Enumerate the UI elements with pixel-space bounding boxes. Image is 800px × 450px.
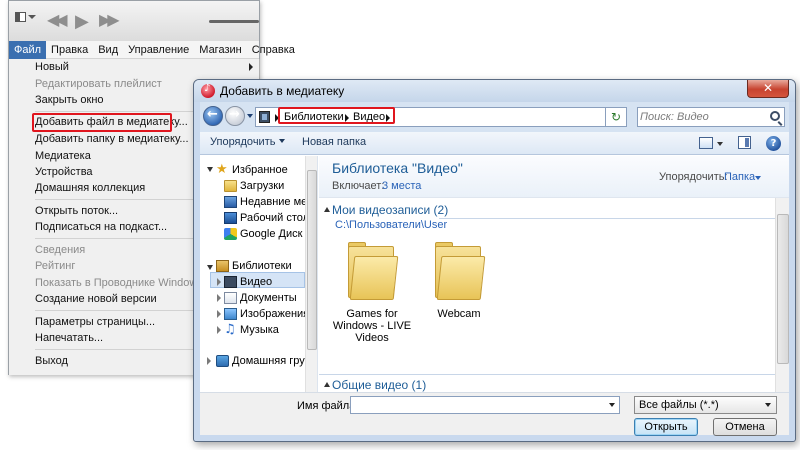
video-icon <box>224 276 237 288</box>
group-divider <box>439 218 775 219</box>
library-title: Библиотека "Видео" <box>332 160 463 176</box>
expand-video-icon[interactable] <box>217 278 221 286</box>
highlight-annotation-add-file <box>32 113 172 132</box>
recent-places-icon <box>224 196 237 208</box>
arrange-by-label: Упорядочить: <box>659 171 728 183</box>
open-button[interactable]: Открыть <box>634 418 698 436</box>
arrange-by-dropdown[interactable]: Папка <box>724 171 755 183</box>
nav-scrollbar-thumb[interactable] <box>307 170 317 350</box>
previous-track-icon[interactable]: ◀◀ <box>47 13 68 29</box>
dialog-footer: Имя файла: Все файлы (*.*) Открыть Отмен… <box>200 392 789 436</box>
nav-desktop[interactable]: Рабочий стол <box>240 210 309 226</box>
itunes-logo-icon <box>201 83 215 98</box>
includes-locations-link[interactable]: 3 места <box>382 180 421 192</box>
dialog-body: Библиотеки Видео ↻ Упорядочить Новая пап… <box>200 102 789 436</box>
menu-help[interactable]: Справка <box>247 41 300 59</box>
documents-icon <box>224 292 237 304</box>
toolbar: Упорядочить Новая папка ? <box>200 132 789 155</box>
dialog-title: Добавить в медиатеку <box>220 84 345 98</box>
refresh-icon[interactable]: ↻ <box>605 107 627 127</box>
chevron-down-icon <box>279 139 286 143</box>
expand-homegroup-icon[interactable] <box>207 357 211 365</box>
submenu-arrow-icon <box>249 63 253 71</box>
chevron-down-icon[interactable] <box>755 176 761 180</box>
help-icon[interactable]: ? <box>766 136 781 151</box>
folder-icon[interactable] <box>433 242 486 302</box>
folder-icon[interactable] <box>346 242 399 302</box>
collapse-group-icon[interactable] <box>324 207 330 212</box>
nav-documents[interactable]: Документы <box>240 290 297 306</box>
menu-item-new[interactable]: Новый <box>9 59 259 75</box>
music-icon: ♫ <box>224 322 236 337</box>
view-options-caret-icon[interactable] <box>717 142 723 146</box>
recent-locations-caret-icon[interactable] <box>247 114 253 118</box>
navigation-pane: ★ Избранное Загрузки Недавние места Рабо… <box>200 156 318 392</box>
nav-music[interactable]: Музыка <box>240 322 279 338</box>
images-icon <box>224 308 237 320</box>
itunes-app-menu-icon[interactable] <box>15 11 37 25</box>
dialog-titlebar: Добавить в медиатеку ✕ <box>194 80 795 102</box>
group-header-public-videos[interactable]: Общие видео (1) <box>332 378 426 392</box>
nav-images[interactable]: Изображения <box>240 306 309 322</box>
folder-webcam[interactable]: Webcam <box>414 308 504 320</box>
video-library-icon <box>259 111 270 123</box>
chevron-down-icon <box>765 403 771 407</box>
menu-controls[interactable]: Управление <box>123 41 194 59</box>
file-list-pane: Библиотека "Видео" Включает: 3 места Упо… <box>319 156 789 392</box>
collapse-favorites-icon[interactable] <box>207 167 213 172</box>
nav-scrollbar[interactable] <box>305 156 317 392</box>
filename-input[interactable] <box>354 398 599 412</box>
nav-video[interactable]: Видео <box>240 274 272 290</box>
highlight-annotation-breadcrumb <box>278 107 395 124</box>
expand-documents-icon[interactable] <box>217 294 221 302</box>
star-icon: ★ <box>216 162 228 177</box>
close-button[interactable]: ✕ <box>747 80 789 98</box>
file-type-value: Все файлы (*.*) <box>639 399 719 411</box>
new-folder-button[interactable]: Новая папка <box>302 136 366 148</box>
organize-button[interactable]: Упорядочить <box>210 136 286 148</box>
group-divider <box>319 374 775 375</box>
volume-slider[interactable] <box>209 20 259 23</box>
downloads-folder-icon <box>224 180 237 192</box>
filename-combobox[interactable] <box>350 396 620 414</box>
collapse-libraries-icon[interactable] <box>207 265 213 270</box>
file-list-scrollbar-thumb[interactable] <box>777 214 789 364</box>
nav-downloads[interactable]: Загрузки <box>240 178 284 194</box>
expand-music-icon[interactable] <box>217 326 221 334</box>
libraries-icon <box>216 260 229 272</box>
menu-file[interactable]: Файл <box>9 40 47 59</box>
nav-favorites[interactable]: Избранное <box>232 162 288 178</box>
google-drive-icon <box>224 228 237 240</box>
forward-arrow-icon[interactable] <box>225 106 245 126</box>
expand-images-icon[interactable] <box>217 310 221 318</box>
back-arrow-icon[interactable] <box>203 106 223 126</box>
homegroup-icon <box>216 355 229 367</box>
nav-google-drive[interactable]: Google Диск <box>240 226 302 242</box>
file-list-scrollbar[interactable] <box>775 198 789 392</box>
menu-store[interactable]: Магазин <box>194 41 246 59</box>
group-header-my-videos[interactable]: Мои видеозаписи (2) <box>332 203 448 217</box>
add-to-library-dialog: Добавить в медиатеку ✕ Библиотеки Видео … <box>193 79 796 442</box>
search-icon[interactable] <box>770 111 780 121</box>
preview-pane-icon[interactable] <box>738 136 751 149</box>
play-icon[interactable]: ▶ <box>75 12 89 30</box>
folder-games-for-windows[interactable]: Games for Windows - LIVE Videos <box>327 308 417 344</box>
collapse-group-icon[interactable] <box>324 382 330 387</box>
itunes-player-bar: ◀◀ ▶ ▶▶ <box>9 1 259 41</box>
menu-view[interactable]: Вид <box>93 41 123 59</box>
desktop-icon <box>224 212 237 224</box>
library-header: Библиотека "Видео" Включает: 3 места Упо… <box>319 156 789 198</box>
itunes-menubar: Файл Правка Вид Управление Магазин Справ… <box>9 40 295 59</box>
menu-edit[interactable]: Правка <box>46 41 93 59</box>
search-input[interactable] <box>640 109 765 125</box>
chevron-down-icon[interactable] <box>609 403 615 407</box>
group-path[interactable]: C:\Пользователи\User <box>335 219 447 231</box>
cancel-button[interactable]: Отмена <box>713 418 777 436</box>
change-view-icon[interactable] <box>699 137 713 149</box>
search-box[interactable] <box>637 107 785 127</box>
file-type-select[interactable]: Все файлы (*.*) <box>634 396 777 414</box>
next-track-icon[interactable]: ▶▶ <box>99 13 120 29</box>
includes-label: Включает: <box>332 180 385 192</box>
